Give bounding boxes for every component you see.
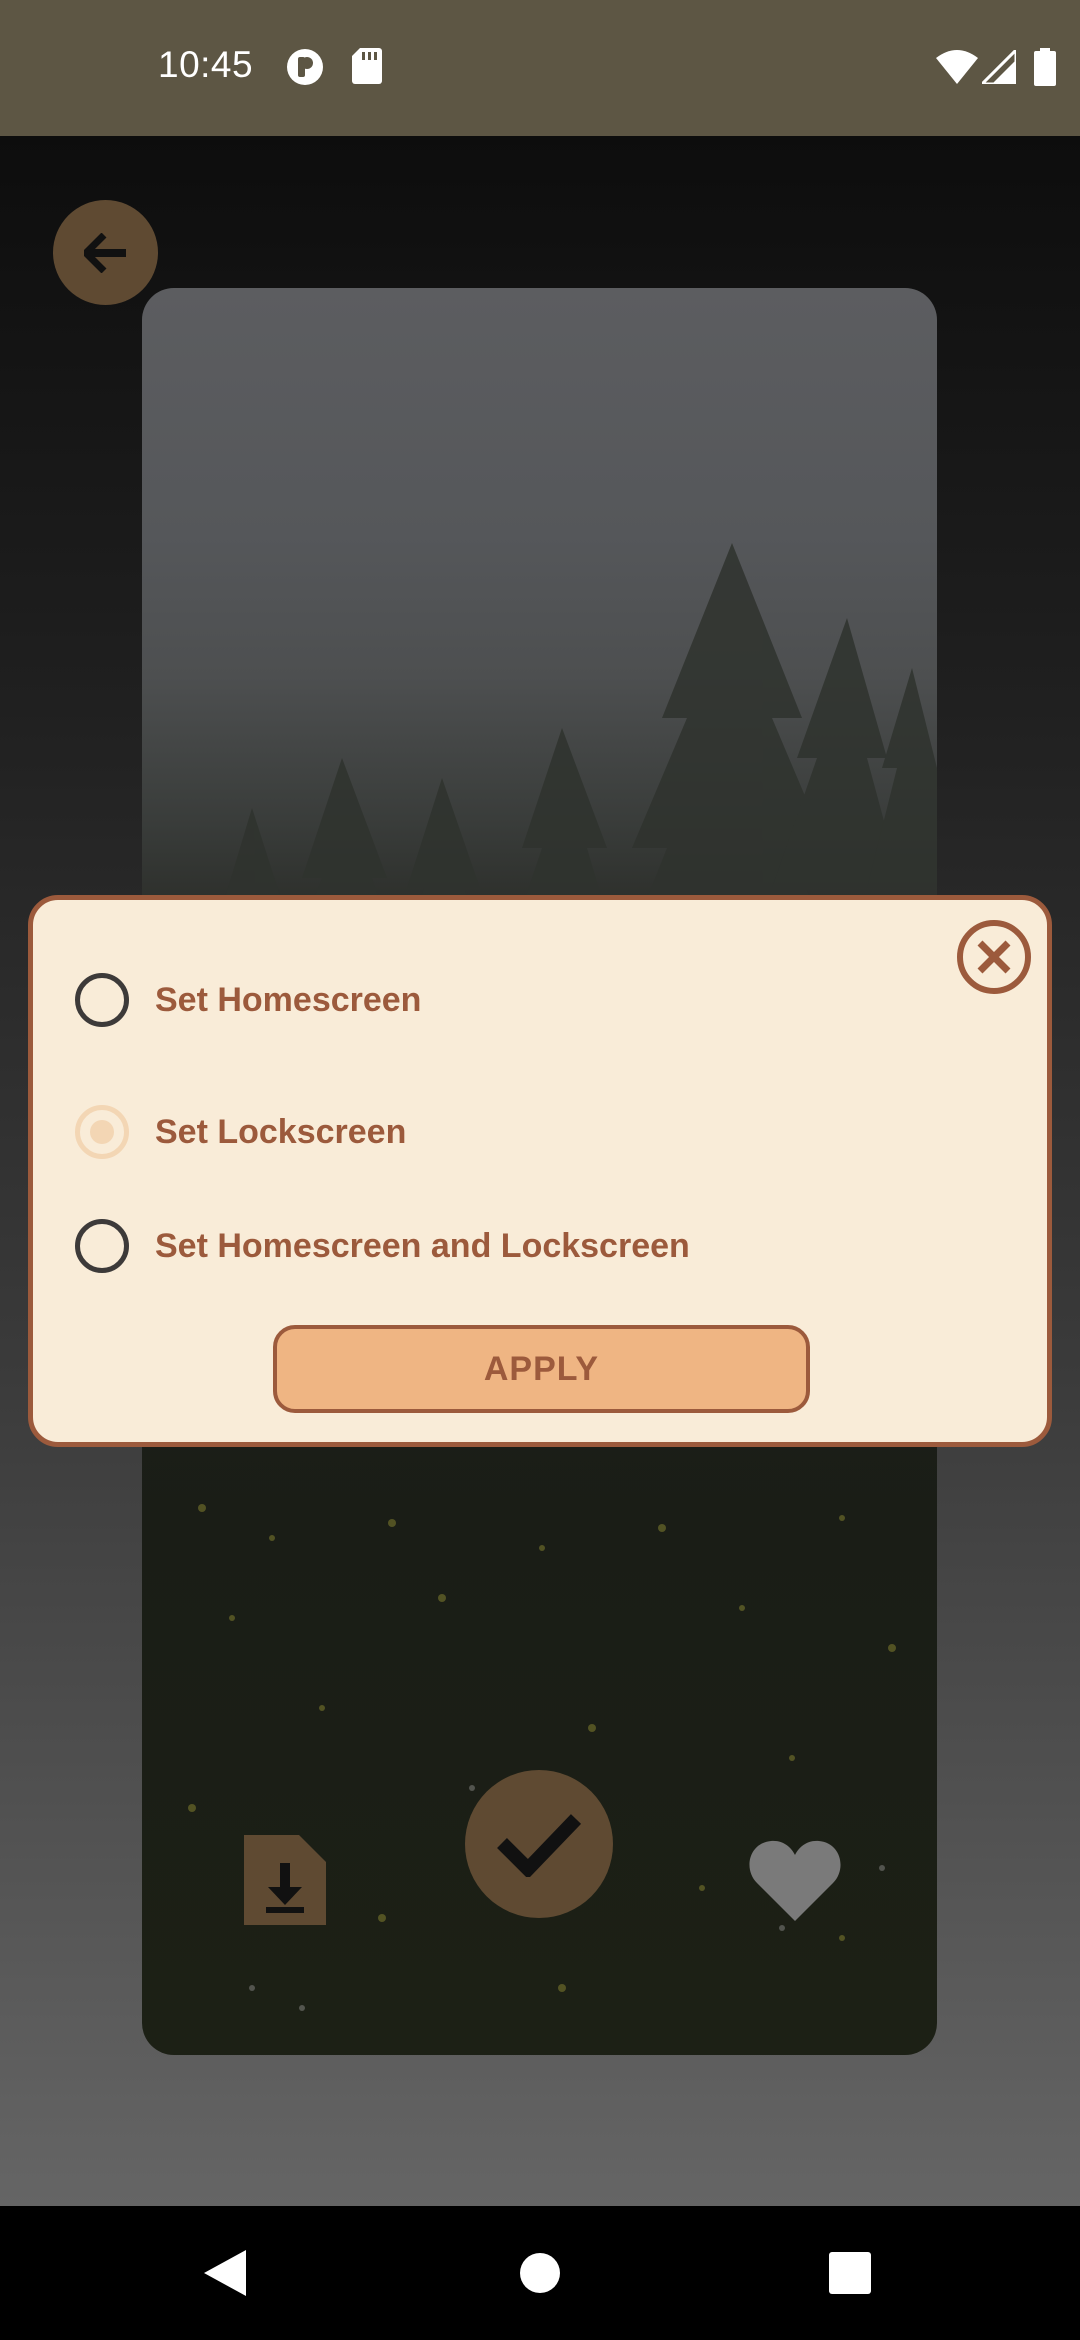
nav-back-icon: [204, 2250, 246, 2296]
nav-recents-button[interactable]: [790, 2206, 910, 2340]
option-set-both[interactable]: Set Homescreen and Lockscreen: [75, 1216, 690, 1276]
close-circle-icon: [957, 920, 1031, 994]
nav-back-button[interactable]: [165, 2206, 285, 2340]
battery-icon: [1034, 48, 1056, 91]
apply-button[interactable]: APPLY: [273, 1325, 810, 1413]
option-label: Set Lockscreen: [155, 1112, 407, 1151]
option-set-lockscreen[interactable]: Set Lockscreen: [75, 1102, 406, 1162]
sd-card-icon: [352, 48, 382, 89]
radio-set-homescreen[interactable]: [75, 973, 129, 1027]
status-time: 10:45: [158, 44, 254, 85]
nav-home-icon: [520, 2253, 560, 2293]
heart-icon: [749, 1840, 841, 1921]
wifi-icon: [936, 50, 978, 89]
option-label: Set Homescreen: [155, 980, 422, 1019]
apply-wallpaper-button[interactable]: [465, 1770, 613, 1918]
navigation-bar: [0, 2206, 1080, 2340]
radio-set-lockscreen[interactable]: [75, 1105, 129, 1159]
status-bar: 10:45: [0, 0, 1080, 136]
download-button[interactable]: [240, 1832, 330, 1927]
radio-set-both[interactable]: [75, 1219, 129, 1273]
option-label: Set Homescreen and Lockscreen: [155, 1226, 690, 1265]
close-button[interactable]: [955, 918, 1033, 996]
favorite-button[interactable]: [745, 1835, 845, 1925]
do-not-disturb-icon: [286, 48, 324, 91]
download-icon: [244, 1834, 326, 1925]
check-icon: [497, 1814, 582, 1877]
nav-recents-icon: [829, 2252, 871, 2294]
arrow-left-icon: [83, 232, 126, 273]
option-set-homescreen[interactable]: Set Homescreen: [75, 970, 421, 1030]
nav-home-button[interactable]: [480, 2206, 600, 2340]
cell-signal-icon: [978, 46, 1018, 89]
set-wallpaper-dialog: Set Homescreen Set Lockscreen Set Homesc…: [28, 895, 1052, 1447]
